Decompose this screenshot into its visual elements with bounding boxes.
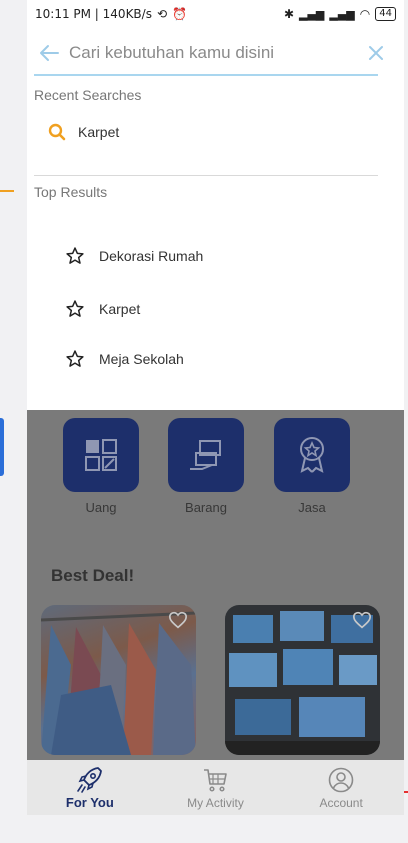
category-label: Barang	[185, 500, 227, 515]
phone-frame: 10:11 PM | 140KB/s ⟲ ⏰ ✱ ▂▄▆ ▂▄▆ ◠ 44 Ca…	[0, 0, 408, 843]
status-bar: 10:11 PM | 140KB/s ⟲ ⏰ ✱ ▂▄▆ ▂▄▆ ◠ 44	[27, 0, 404, 28]
top-result-label: Dekorasi Rumah	[99, 248, 204, 264]
heart-outline-icon	[168, 611, 188, 629]
nav-label: My Activity	[187, 795, 244, 810]
signal-icon-2: ▂▄▆	[329, 7, 355, 21]
back-button[interactable]	[29, 33, 69, 73]
category-label: Uang	[85, 500, 117, 515]
status-time: 10:11 PM | 140KB/s	[35, 7, 152, 21]
category-barang: Barang	[168, 418, 244, 515]
category-jasa: Jasa	[274, 418, 350, 515]
battery-icon: 44	[375, 7, 396, 21]
heart-outline-icon	[352, 611, 372, 629]
alarm-icon: ⏰	[172, 7, 187, 21]
wallet-icon	[63, 418, 139, 492]
star-outline-icon	[66, 247, 84, 264]
recent-searches-title: Recent Searches	[34, 87, 142, 103]
nav-my-activity[interactable]: My Activity	[160, 766, 270, 810]
arrow-left-icon	[40, 45, 59, 61]
top-result-label: Karpet	[99, 301, 141, 317]
category-label: Jasa	[298, 500, 326, 515]
section-divider	[34, 175, 378, 176]
search-underline	[34, 74, 378, 76]
medal-icon	[274, 418, 350, 492]
wifi-icon: ◠	[359, 7, 371, 21]
dimmed-background: Uang Barang Jasa Best Deal!	[27, 410, 404, 760]
top-result-label: Meja Sekolah	[99, 351, 184, 367]
search-bar	[27, 30, 404, 76]
search-input[interactable]	[69, 35, 356, 71]
top-result-item[interactable]: Karpet	[65, 299, 140, 319]
nav-label: For You	[65, 795, 114, 810]
bottom-navigation: For You My Activity Account	[27, 760, 404, 815]
rocket-icon	[77, 767, 102, 793]
top-result-item[interactable]: Dekorasi Rumah	[65, 246, 203, 266]
app-screen: 10:11 PM | 140KB/s ⟲ ⏰ ✱ ▂▄▆ ▂▄▆ ◠ 44 Ca…	[27, 0, 404, 815]
signal-icon: ▂▄▆	[299, 7, 325, 21]
nav-for-you[interactable]: For You	[35, 765, 145, 810]
shopping-cart-icon	[204, 768, 228, 792]
best-deal-title: Best Deal!	[51, 566, 135, 585]
side-orange-mark	[0, 190, 14, 192]
recent-search-label: Karpet	[78, 124, 120, 140]
side-blue-edge	[0, 418, 4, 476]
user-circle-icon	[328, 767, 354, 792]
deal-card-electronics	[225, 605, 380, 755]
box-icon	[168, 418, 244, 492]
clear-search-button[interactable]	[356, 33, 396, 73]
close-icon	[369, 46, 383, 60]
nav-account[interactable]: Account	[286, 766, 396, 810]
top-results-title: Top Results	[34, 184, 108, 200]
nav-label: Account	[319, 795, 363, 810]
category-uang: Uang	[63, 418, 139, 515]
deal-card-clothing	[41, 605, 196, 755]
star-outline-icon	[66, 350, 84, 367]
search-icon	[48, 123, 66, 141]
top-result-item[interactable]: Meja Sekolah	[65, 349, 184, 369]
star-outline-icon	[66, 300, 84, 317]
recent-search-item[interactable]: Karpet	[48, 123, 119, 141]
sync-icon: ⟲	[156, 7, 168, 21]
bluetooth-icon: ✱	[283, 7, 294, 21]
